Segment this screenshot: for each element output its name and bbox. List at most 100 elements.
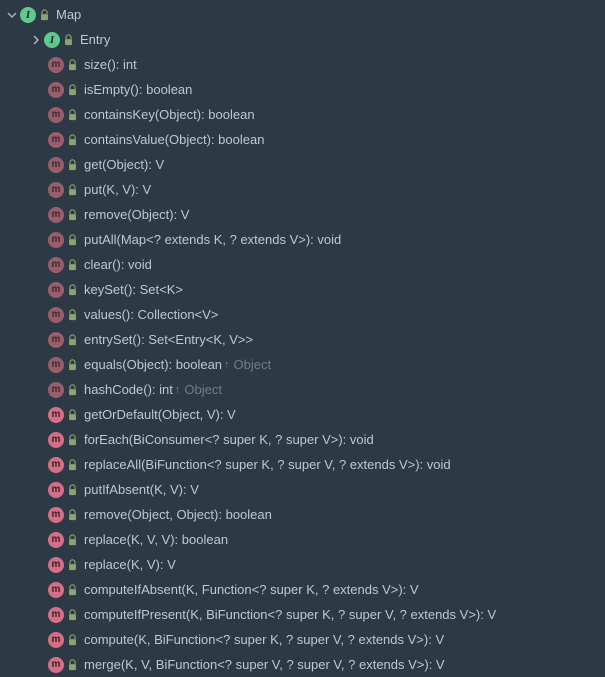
lock-icon [66, 508, 78, 522]
method-icon: m [48, 107, 64, 123]
method-signature: replace(K, V): V [84, 557, 176, 572]
tree-row-method[interactable]: m merge(K, V, BiFunction<? super V, ? su… [0, 652, 605, 677]
method-signature: replaceAll(BiFunction<? super K, ? super… [84, 457, 451, 472]
method-icon: m [48, 232, 64, 248]
tree-row-method[interactable]: m remove(Object): V [0, 202, 605, 227]
method-signature: merge(K, V, BiFunction<? super V, ? supe… [84, 657, 445, 672]
override-arrow-icon: ↑ [224, 359, 230, 371]
method-signature: getOrDefault(Object, V): V [84, 407, 236, 422]
node-label: Entry [80, 32, 110, 47]
method-icon: m [48, 357, 64, 373]
method-icon: m [48, 407, 64, 423]
tree-row-method[interactable]: m entrySet(): Set<Entry<K, V>> [0, 327, 605, 352]
method-icon: m [48, 582, 64, 598]
tree-row-method[interactable]: m isEmpty(): boolean [0, 77, 605, 102]
method-signature: containsKey(Object): boolean [84, 107, 255, 122]
tree-row-method[interactable]: m compute(K, BiFunction<? super K, ? sup… [0, 627, 605, 652]
lock-icon [66, 208, 78, 222]
method-icon: m [48, 632, 64, 648]
lock-icon [66, 558, 78, 572]
lock-icon [66, 158, 78, 172]
tree-row-method[interactable]: m getOrDefault(Object, V): V [0, 402, 605, 427]
method-icon: m [48, 282, 64, 298]
tree-row-method[interactable]: m forEach(BiConsumer<? super K, ? super … [0, 427, 605, 452]
node-label: Map [56, 7, 81, 22]
tree-row-method[interactable]: m replace(K, V, V): boolean [0, 527, 605, 552]
method-icon: m [48, 507, 64, 523]
tree-row-method[interactable]: m computeIfPresent(K, BiFunction<? super… [0, 602, 605, 627]
tree-row-map[interactable]: I Map [0, 2, 605, 27]
lock-icon [38, 8, 50, 22]
method-signature: forEach(BiConsumer<? super K, ? super V>… [84, 432, 374, 447]
method-icon: m [48, 57, 64, 73]
method-icon: m [48, 182, 64, 198]
method-icon: m [48, 207, 64, 223]
tree-row-method[interactable]: m replace(K, V): V [0, 552, 605, 577]
interface-icon: I [44, 32, 60, 48]
method-signature: size(): int [84, 57, 137, 72]
lock-icon [66, 658, 78, 672]
tree-row-method[interactable]: m put(K, V): V [0, 177, 605, 202]
method-signature: replace(K, V, V): boolean [84, 532, 228, 547]
lock-icon [66, 58, 78, 72]
method-signature: isEmpty(): boolean [84, 82, 192, 97]
method-signature: entrySet(): Set<Entry<K, V>> [84, 332, 253, 347]
method-signature: putIfAbsent(K, V): V [84, 482, 199, 497]
method-icon: m [48, 607, 64, 623]
tree-row-method[interactable]: m putIfAbsent(K, V): V [0, 477, 605, 502]
lock-icon [66, 583, 78, 597]
method-icon: m [48, 157, 64, 173]
tree-row-method[interactable]: m replaceAll(BiFunction<? super K, ? sup… [0, 452, 605, 477]
tree-row-method[interactable]: m hashCode(): int ↑Object [0, 377, 605, 402]
method-signature: computeIfPresent(K, BiFunction<? super K… [84, 607, 496, 622]
lock-icon [66, 283, 78, 297]
method-icon: m [48, 482, 64, 498]
lock-icon [66, 133, 78, 147]
method-icon: m [48, 457, 64, 473]
method-signature: computeIfAbsent(K, Function<? super K, ?… [84, 582, 419, 597]
method-signature: hashCode(): int [84, 382, 173, 397]
lock-icon [66, 633, 78, 647]
tree-row-method[interactable]: m clear(): void [0, 252, 605, 277]
chevron-right-icon[interactable] [28, 32, 44, 48]
lock-icon [66, 258, 78, 272]
method-signature: clear(): void [84, 257, 152, 272]
method-signature: remove(Object): V [84, 207, 189, 222]
tree-row-method[interactable]: m size(): int [0, 52, 605, 77]
tree-row-method[interactable]: m get(Object): V [0, 152, 605, 177]
lock-icon [66, 483, 78, 497]
tree-row-method[interactable]: m keySet(): Set<K> [0, 277, 605, 302]
tree-row-entry[interactable]: I Entry [0, 27, 605, 52]
lock-icon [66, 183, 78, 197]
tree-row-method[interactable]: m values(): Collection<V> [0, 302, 605, 327]
method-icon: m [48, 332, 64, 348]
tree-row-method[interactable]: m putAll(Map<? extends K, ? extends V>):… [0, 227, 605, 252]
lock-icon [62, 33, 74, 47]
tree-row-method[interactable]: m containsKey(Object): boolean [0, 102, 605, 127]
lock-icon [66, 358, 78, 372]
method-icon: m [48, 657, 64, 673]
method-signature: putAll(Map<? extends K, ? extends V>): v… [84, 232, 341, 247]
method-signature: remove(Object, Object): boolean [84, 507, 272, 522]
lock-icon [66, 458, 78, 472]
tree-row-method[interactable]: m containsValue(Object): boolean [0, 127, 605, 152]
method-icon: m [48, 132, 64, 148]
method-signature: compute(K, BiFunction<? super K, ? super… [84, 632, 444, 647]
tree-row-method[interactable]: m remove(Object, Object): boolean [0, 502, 605, 527]
override-origin: Object [184, 382, 222, 397]
chevron-down-icon[interactable] [4, 7, 20, 23]
tree-row-method[interactable]: m computeIfAbsent(K, Function<? super K,… [0, 577, 605, 602]
method-icon: m [48, 257, 64, 273]
tree-row-method[interactable]: m equals(Object): boolean ↑Object [0, 352, 605, 377]
lock-icon [66, 333, 78, 347]
lock-icon [66, 383, 78, 397]
method-signature: values(): Collection<V> [84, 307, 218, 322]
method-icon: m [48, 432, 64, 448]
method-signature: containsValue(Object): boolean [84, 132, 264, 147]
lock-icon [66, 233, 78, 247]
lock-icon [66, 608, 78, 622]
lock-icon [66, 83, 78, 97]
method-signature: keySet(): Set<K> [84, 282, 183, 297]
lock-icon [66, 408, 78, 422]
lock-icon [66, 108, 78, 122]
